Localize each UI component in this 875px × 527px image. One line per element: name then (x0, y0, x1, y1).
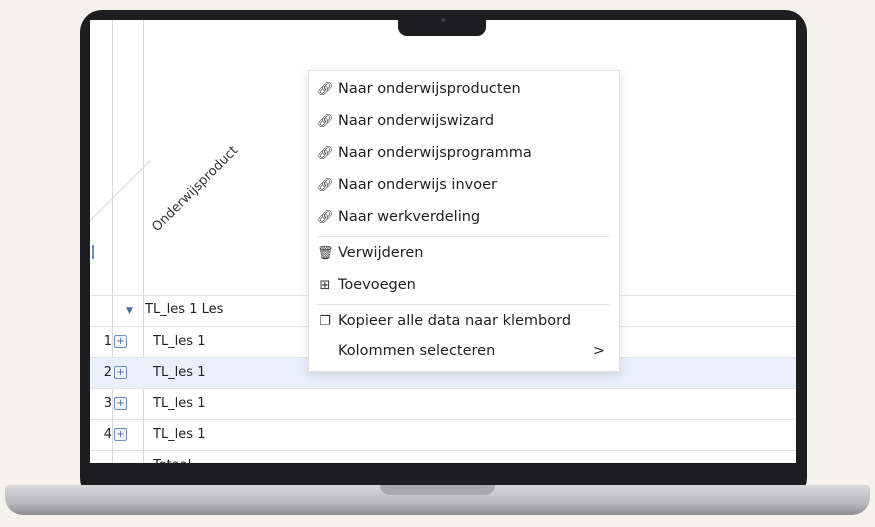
group-label: TL_les 1 Les (145, 302, 224, 317)
row-number: 3 (103, 396, 112, 411)
row-indicator (92, 245, 94, 259)
camera-icon (441, 18, 445, 22)
menu-item-naar-onderwijsproducten[interactable]: 🔗︎ Naar onderwijsproducten (317, 75, 611, 103)
app-screen: Onderwijsproduct ▼ TL_les 1 Les 1 + TL_l… (90, 20, 796, 475)
expand-icon[interactable]: + (114, 366, 127, 379)
row-value: TL_les 1 (153, 396, 206, 411)
header-diagonal-line (90, 160, 151, 271)
link-icon: 🔗︎ (317, 210, 334, 225)
row-number: 4 (103, 427, 112, 442)
trash-icon: 🗑︎ (317, 246, 334, 261)
link-icon: 🔗︎ (317, 114, 334, 129)
menu-item-label: Naar onderwijsprogramma (338, 145, 532, 161)
chevron-right-icon: > (592, 343, 605, 359)
plus-box-icon: ⊞ (319, 278, 331, 293)
link-icon: 🔗︎ (317, 146, 334, 161)
link-icon: 🔗︎ (317, 82, 334, 97)
menu-item-label: Naar onderwijswizard (338, 113, 495, 129)
menu-item-verwijderen[interactable]: 🗑︎ Verwijderen (317, 239, 611, 267)
laptop-base-notch (380, 485, 495, 495)
row-value: TL_les 1 (153, 365, 206, 380)
expand-icon[interactable]: + (114, 335, 127, 348)
menu-item-label: Verwijderen (338, 245, 424, 261)
menu-item-kopieer-alle-data[interactable]: ❐ Kopieer alle data naar klembord (317, 307, 611, 335)
link-icon: 🔗︎ (317, 178, 334, 193)
table-row[interactable]: 4 + TL_les 1 (90, 419, 796, 451)
menu-item-toevoegen[interactable]: ⊞ Toevoegen (317, 271, 611, 299)
menu-separator (317, 236, 609, 237)
menu-item-naar-werkverdeling[interactable]: 🔗︎ Naar werkverdeling (317, 203, 611, 231)
row-number: 2 (103, 365, 112, 380)
copy-icon: ❐ (319, 314, 331, 329)
collapse-triangle-icon[interactable]: ▼ (126, 306, 133, 316)
menu-item-label: Naar onderwijs invoer (338, 177, 497, 193)
expand-icon[interactable]: + (114, 397, 127, 410)
table-row[interactable]: 3 + TL_les 1 (90, 388, 796, 420)
menu-item-naar-onderwijs-invoer[interactable]: 🔗︎ Naar onderwijs invoer (317, 171, 611, 199)
row-value: TL_les 1 (153, 427, 206, 442)
menu-item-label: Kopieer alle data naar klembord (338, 313, 572, 329)
row-number: 1 (103, 334, 112, 349)
menu-item-label: Naar onderwijsproducten (338, 81, 521, 97)
menu-item-label: Naar werkverdeling (338, 209, 481, 225)
menu-separator (317, 304, 609, 305)
menu-item-naar-onderwijswizard[interactable]: 🔗︎ Naar onderwijswizard (317, 107, 611, 135)
menu-item-label: Kolommen selecteren (338, 343, 496, 359)
menu-item-naar-onderwijsprogramma[interactable]: 🔗︎ Naar onderwijsprogramma (317, 139, 611, 167)
row-value: TL_les 1 (153, 334, 206, 349)
screen-bottom-bezel (90, 463, 796, 475)
menu-item-label: Toevoegen (338, 277, 416, 293)
expand-icon[interactable]: + (114, 428, 127, 441)
menu-item-kolommen-selecteren[interactable]: Kolommen selecteren > (317, 337, 611, 365)
context-menu: 🔗︎ Naar onderwijsproducten 🔗︎ Naar onderwi… (308, 70, 620, 372)
column-header-onderwijsproduct[interactable]: Onderwijsproduct (149, 143, 241, 235)
